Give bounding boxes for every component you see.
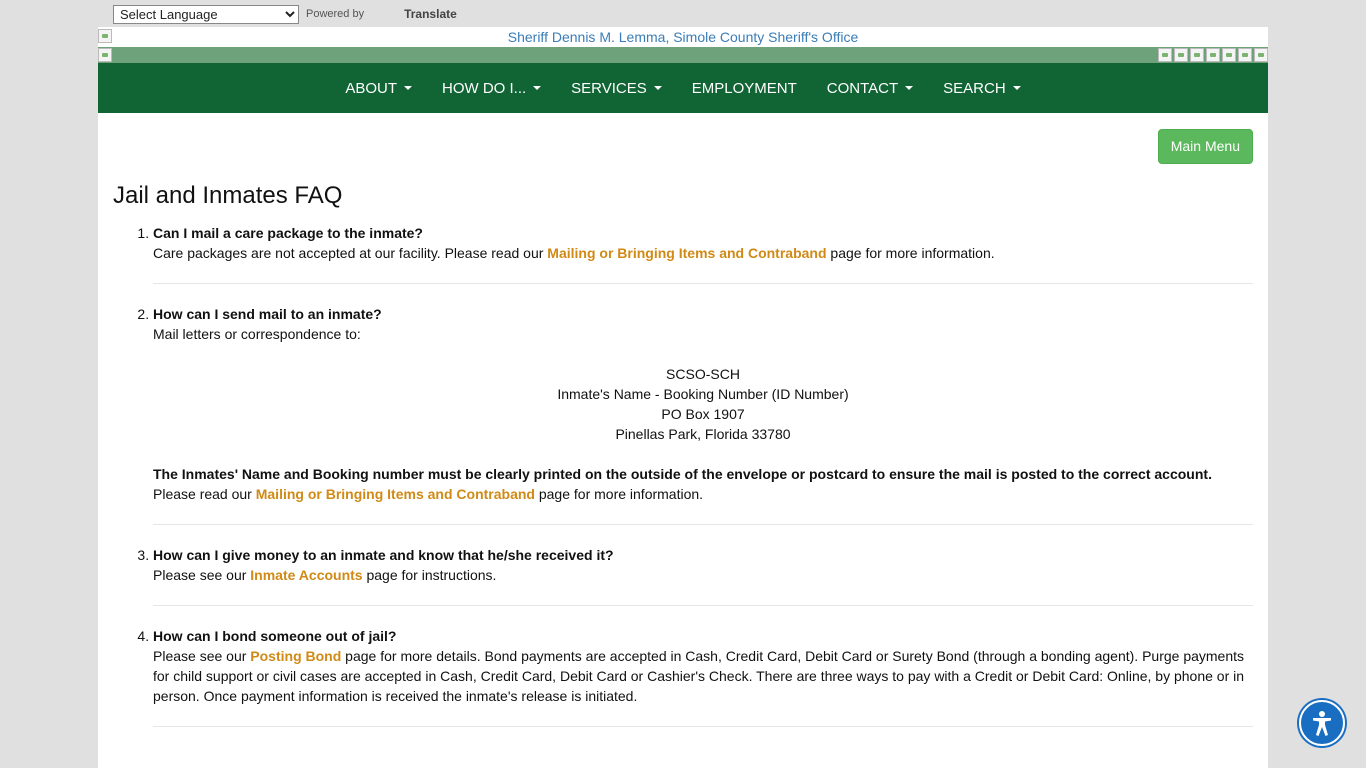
faq-question: How can I bond someone out of jail? xyxy=(153,628,397,644)
social-icon[interactable] xyxy=(1254,48,1268,62)
page-title: Jail and Inmates FAQ xyxy=(113,182,343,209)
social-icons xyxy=(1158,48,1268,62)
address-line: PO Box 1907 xyxy=(661,406,745,422)
faq-item: How can I give money to an inmate and kn… xyxy=(153,545,1253,606)
banner-image-icon xyxy=(98,29,112,43)
nav-item-contact[interactable]: CONTACT xyxy=(812,80,928,97)
faq-list: Can I mail a care package to the inmate?… xyxy=(113,223,1253,747)
faq-answer-intro: Mail letters or correspondence to: xyxy=(153,326,361,342)
caret-down-icon xyxy=(533,86,542,90)
mail-notice: The Inmates' Name and Booking number mus… xyxy=(153,466,1212,482)
address-line: Inmate's Name - Booking Number (ID Numbe… xyxy=(557,386,849,402)
faq-question: Can I mail a care package to the inmate? xyxy=(153,225,423,241)
nav-item-employment[interactable]: EMPLOYMENT xyxy=(677,80,812,97)
nav-label: SERVICES xyxy=(571,79,647,97)
nav-item-how-do-i[interactable]: HOW DO I... xyxy=(427,80,556,97)
caret-down-icon xyxy=(404,86,412,90)
nav-item-about[interactable]: ABOUT xyxy=(330,80,427,97)
inmate-accounts-link[interactable]: Inmate Accounts xyxy=(250,567,362,583)
translate-link[interactable]: Translate xyxy=(404,7,457,21)
address-line: SCSO-SCH xyxy=(666,366,740,382)
banner-strip xyxy=(98,47,1268,63)
faq-answer: Please see our Inmate Accounts page for … xyxy=(153,565,1253,585)
translate-bar: Select Language Powered by Translate xyxy=(113,3,457,25)
powered-by-text: Powered by xyxy=(306,8,365,20)
caret-down-icon xyxy=(905,86,914,90)
faq-item: Can I mail a care package to the inmate?… xyxy=(153,223,1253,284)
faq-answer: Care packages are not accepted at our fa… xyxy=(153,243,1253,263)
answer-text: page for more information. xyxy=(534,486,704,502)
mailing-address: SCSO-SCH Inmate's Name - Booking Number … xyxy=(153,364,1253,444)
faq-item: How can I send mail to an inmate? Mail l… xyxy=(153,304,1253,525)
answer-text: Please see our xyxy=(153,648,251,664)
caret-down-icon xyxy=(653,86,662,90)
nav-label: HOW DO I... xyxy=(442,79,527,97)
answer-text: Care packages are not accepted at our fa… xyxy=(153,245,548,261)
main-navbar: ABOUT HOW DO I... SERVICES EMPLOYMENT CO… xyxy=(98,63,1268,113)
nav-label: ABOUT xyxy=(345,79,397,97)
language-select[interactable]: Select Language xyxy=(113,4,299,24)
answer-text: Please read our xyxy=(153,486,256,502)
mailing-contraband-link[interactable]: Mailing or Bringing Items and Contraband xyxy=(547,245,826,261)
accessibility-icon[interactable] xyxy=(1299,700,1345,746)
nav-label: SEARCH xyxy=(943,79,1006,97)
social-icon[interactable] xyxy=(1174,48,1188,62)
posting-bond-link[interactable]: Posting Bond xyxy=(250,648,341,664)
header-banner: Sheriff Dennis M. Lemma, Simole County S… xyxy=(98,27,1268,47)
social-icon[interactable] xyxy=(1206,48,1220,62)
social-icon[interactable] xyxy=(1238,48,1252,62)
faq-answer: Please read our Mailing or Bringing Item… xyxy=(153,484,1253,504)
social-icon[interactable] xyxy=(1190,48,1204,62)
nav-item-services[interactable]: SERVICES xyxy=(556,80,677,97)
answer-text: Please see our xyxy=(153,567,251,583)
faq-answer: Please see our Posting Bond page for mor… xyxy=(153,646,1253,706)
answer-text: page for more information. xyxy=(826,245,995,261)
address-line: Pinellas Park, Florida 33780 xyxy=(615,426,791,442)
nav-item-search[interactable]: SEARCH xyxy=(928,80,1036,97)
main-menu-button[interactable]: Main Menu xyxy=(1157,129,1253,164)
mailing-contraband-link[interactable]: Mailing or Bringing Items and Contraband xyxy=(256,486,535,502)
social-icon[interactable] xyxy=(1222,48,1236,62)
accessibility-figure-icon xyxy=(1313,711,1331,736)
social-icon[interactable] xyxy=(1158,48,1172,62)
answer-text: page for instructions. xyxy=(362,567,497,583)
faq-question: How can I send mail to an inmate? xyxy=(153,306,382,322)
page-container: Sheriff Dennis M. Lemma, Simole County S… xyxy=(98,27,1268,768)
faq-item: How can I bond someone out of jail? Plea… xyxy=(153,626,1253,727)
nav-label: EMPLOYMENT xyxy=(691,79,797,97)
nav-label: CONTACT xyxy=(826,79,899,97)
faq-question: How can I give money to an inmate and kn… xyxy=(153,547,614,563)
header-title[interactable]: Sheriff Dennis M. Lemma, Simole County S… xyxy=(508,29,859,45)
banner-strip-image-icon xyxy=(98,48,112,62)
caret-down-icon xyxy=(1012,86,1021,90)
